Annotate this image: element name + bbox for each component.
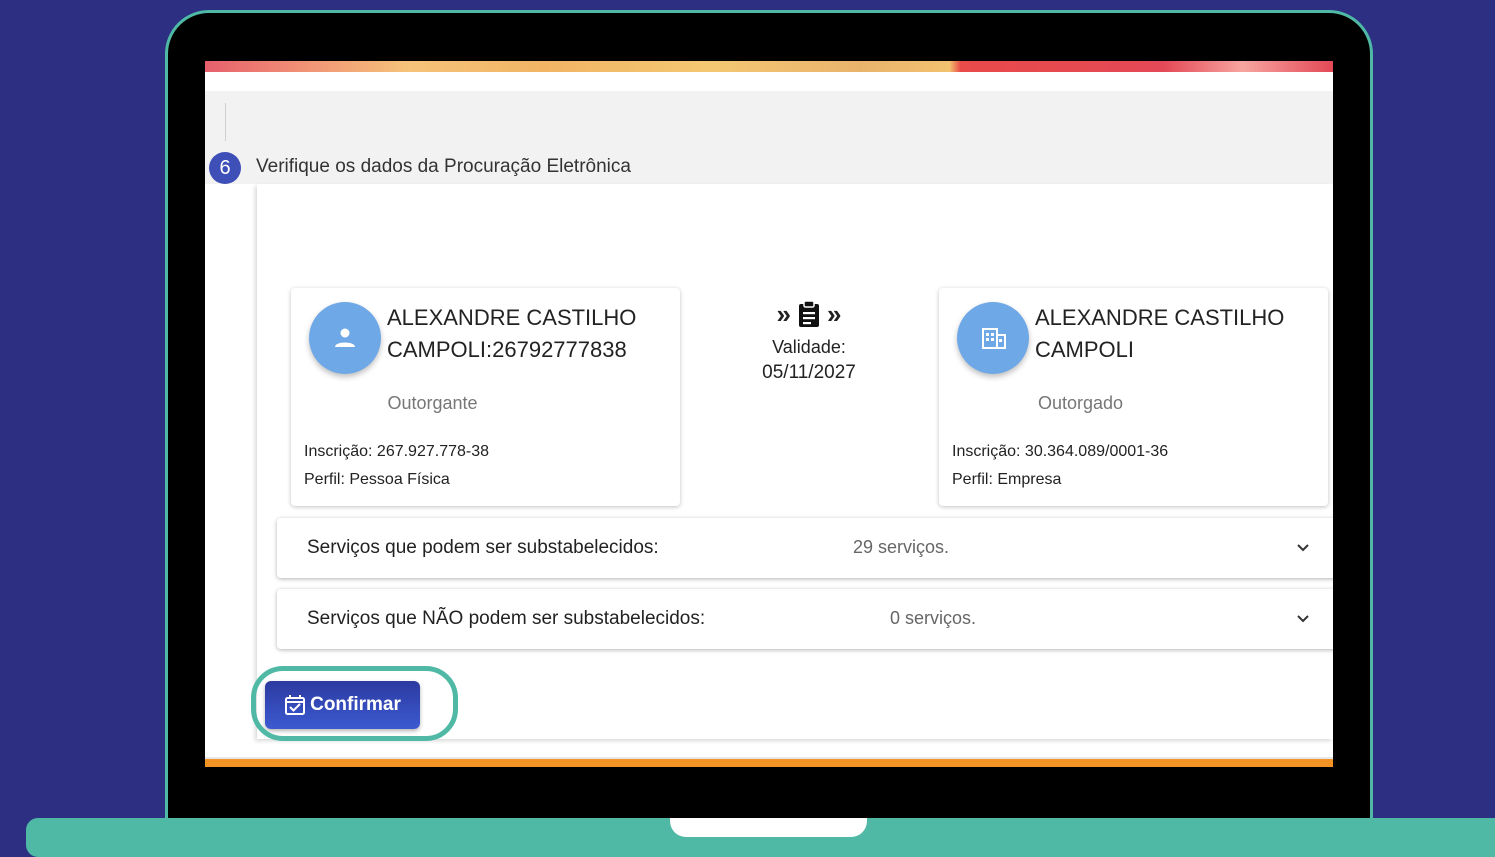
accordion-label: Serviços que NÃO podem ser substabelecid… [307,608,706,629]
person-icon [335,328,355,347]
grantor-profile: Perfil: Pessoa Física [304,471,450,488]
double-chevron-right-icon: » [827,299,842,329]
clipboard-icon [799,300,819,327]
confirm-button-label: Confirmar [310,694,401,715]
grantor-role: Outorgante [387,393,478,413]
grantee-avatar [957,302,1029,374]
double-chevron-right-icon: » [776,299,791,329]
accordion-label: Serviços que podem ser substabelecidos: [307,537,659,558]
accordion-substitutable-services[interactable]: Serviços que podem ser substabelecidos: … [277,518,1333,578]
grantor-avatar [309,302,381,374]
grantee-card: ALEXANDRE CASTILHO CAMPOLI Outorgado Ins… [939,288,1328,506]
delegation-icons: » » [725,299,893,329]
step-header: 6 Verifique os dados da Procuração Eletr… [205,91,1333,184]
grantee-role: Outorgado [1037,393,1124,413]
grantee-name: ALEXANDRE CASTILHO CAMPOLI [1035,305,1285,362]
validity-date: 05/11/2027 [762,362,856,383]
building-icon [982,328,1006,349]
chevron-down-icon[interactable] [1295,611,1311,627]
screen: 6 Verifique os dados da Procuração Eletr… [205,61,1333,767]
accordion-non-substitutable-services[interactable]: Serviços que NÃO podem ser substabelecid… [277,589,1333,649]
step-number-badge: 6 [209,152,241,184]
chevron-down-icon[interactable] [1295,540,1311,556]
grantee-registration: Inscrição: 30.364.089/0001-36 [952,443,1169,460]
grantor-registration: Inscrição: 267.927.778-38 [304,443,490,460]
grantee-profile: Perfil: Empresa [952,471,1062,488]
accordion-count: 29 serviços. [853,537,950,557]
step-connector-line [225,103,226,141]
confirm-button[interactable]: Confirmar [265,681,420,729]
validity-label: Validade: [772,337,846,357]
grantor-name: ALEXANDRE CASTILHO CAMPOLI:26792777838 [387,305,637,362]
decorative-header-stripe [205,61,1333,72]
validity-block: » » Validade: 05/11/2027 [725,299,893,384]
grantor-card: ALEXANDRE CASTILHO CAMPOLI:26792777838 O… [291,288,680,506]
step-title: Verifique os dados da Procuração Eletrôn… [256,156,631,177]
calendar-check-icon [285,695,306,715]
accordion-count: 0 serviços. [890,608,977,628]
decorative-footer-stripe [205,757,1333,767]
laptop-notch [670,818,867,837]
